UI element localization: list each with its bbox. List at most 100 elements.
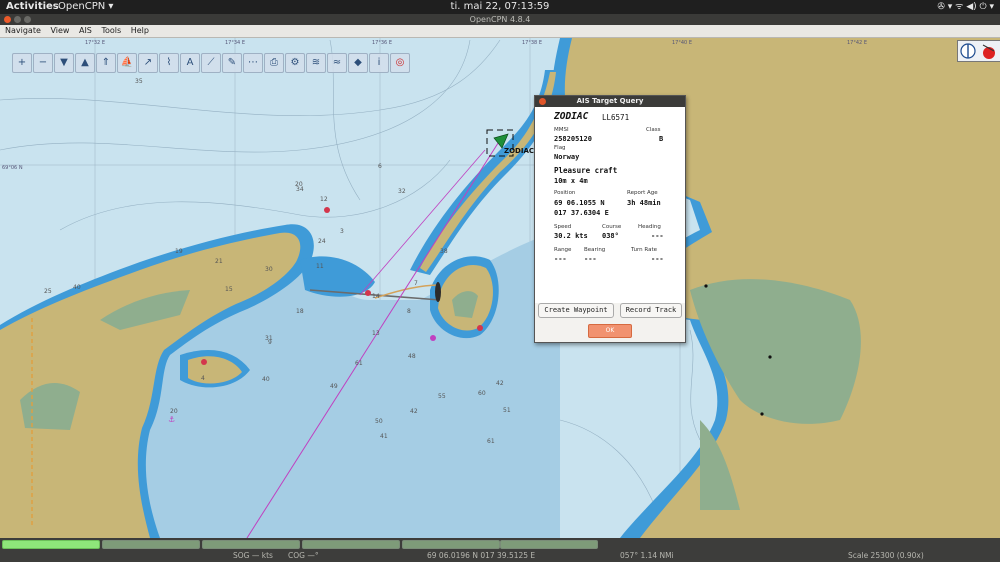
settings-icon[interactable]: ⚙ — [285, 53, 305, 73]
lat-label: 69°06 N — [2, 165, 23, 171]
depth-sounding: 61 — [355, 360, 363, 367]
text-icon[interactable]: A — [180, 53, 200, 73]
chart-up-icon[interactable]: ⇑ — [96, 53, 116, 73]
zoom-out-icon[interactable]: − — [33, 53, 53, 73]
mmsi-label: MMSI — [554, 127, 569, 133]
chart-bar-segment[interactable] — [500, 540, 598, 549]
chart-canvas[interactable]: ⚓ 69°06 N 17°32 E 17°34 E 17°36 E 17°38 … — [0, 38, 1000, 538]
chart-bar-segment[interactable] — [202, 540, 300, 549]
zoom-in-icon[interactable]: + — [12, 53, 32, 73]
chart-bar-segment[interactable] — [402, 540, 500, 549]
heading-value: --- — [651, 232, 664, 240]
menu-tools[interactable]: Tools — [101, 25, 121, 37]
depth-sounding: 6 — [378, 163, 382, 170]
turn-rate-value: --- — [651, 255, 664, 263]
mmsi-value: 258205120 — [554, 135, 592, 143]
course-label: Course — [602, 224, 622, 230]
system-top-bar: Activities OpenCPN ▾ ti. mai 22, 07:13:5… — [0, 0, 1000, 14]
depth-sounding: 24 — [318, 238, 326, 245]
depth-sounding: 19 — [175, 248, 183, 255]
scale-out-icon[interactable]: ▲ — [75, 53, 95, 73]
position-lat: 69 06.1055 N — [554, 199, 605, 207]
flag-label: Flag — [554, 145, 566, 151]
depth-sounding: 49 — [330, 383, 338, 390]
position-lon: 017 37.6304 E — [554, 209, 609, 217]
depth-sounding: 7 — [414, 280, 418, 287]
depth-sounding: 60 — [478, 390, 486, 397]
menu-help[interactable]: Help — [131, 25, 149, 37]
depth-sounding: 12 — [320, 196, 328, 203]
menu-ais[interactable]: AIS — [79, 25, 92, 37]
lon-label-2: 17°34 E — [225, 40, 245, 46]
class-value: B — [659, 135, 664, 143]
depth-sounding: 32 — [398, 188, 406, 195]
note-icon[interactable]: ✎ — [222, 53, 242, 73]
chart-bar-segment[interactable] — [102, 540, 200, 549]
depth-sounding: 8 — [407, 308, 411, 315]
window-title: OpenCPN 4.8.4 — [469, 15, 531, 24]
nautical-chart[interactable]: ⚓ — [0, 38, 1000, 538]
print-icon[interactable]: ⎙ — [264, 53, 284, 73]
bearing-value: --- — [584, 255, 597, 263]
depth-sounding: 25 — [44, 288, 52, 295]
follow-icon[interactable]: ↗ — [138, 53, 158, 73]
svg-text:⚓: ⚓ — [168, 415, 175, 424]
ais-target-label[interactable]: ZODIAC — [504, 147, 534, 155]
vessel-size: 10m x 4m — [554, 177, 588, 185]
menu-view[interactable]: View — [50, 25, 69, 37]
depth-sounding: 38 — [440, 248, 448, 255]
measure-icon[interactable]: ⟋ — [201, 53, 221, 73]
chart-bar-segment[interactable] — [302, 540, 400, 549]
position-label: Position — [554, 190, 576, 196]
tide-icon[interactable]: ≈ — [327, 53, 347, 73]
minimize-window-icon[interactable] — [14, 16, 21, 23]
flag-value: Norway — [554, 153, 580, 161]
close-icon[interactable] — [539, 98, 546, 105]
report-age-value: 3h 48min — [627, 199, 661, 207]
maximize-window-icon[interactable] — [24, 16, 31, 23]
close-window-icon[interactable] — [4, 16, 11, 23]
route-icon[interactable]: ⌇ — [159, 53, 179, 73]
record-track-button[interactable]: Record Track — [620, 303, 682, 318]
create-waypoint-button[interactable]: Create Waypoint — [538, 303, 614, 318]
menu-navigate[interactable]: Navigate — [5, 25, 41, 37]
depth-sounding: 61 — [487, 438, 495, 445]
ok-button[interactable]: OK — [588, 324, 632, 338]
depth-sounding: 4 — [201, 375, 205, 382]
compass-icon — [960, 43, 995, 59]
course-value: 038° — [602, 232, 619, 240]
depth-sounding: 55 — [438, 393, 446, 400]
depth-sounding: 40 — [73, 284, 81, 291]
vessel-name: ZODIAC — [554, 111, 589, 122]
system-clock[interactable]: ti. mai 22, 07:13:59 — [0, 0, 1000, 14]
layers-icon[interactable]: ≋ — [306, 53, 326, 73]
depth-sounding: 41 — [380, 433, 388, 440]
scale-in-icon[interactable]: ▼ — [54, 53, 74, 73]
cog-readout: COG —° — [288, 551, 319, 560]
depth-sounding: 34 — [296, 186, 304, 193]
vessel-type: Pleasure craft — [554, 166, 618, 175]
range-value: --- — [554, 255, 567, 263]
bearing-distance-readout: 057° 1.14 NMi — [620, 551, 674, 560]
vessel-callsign: LL6571 — [602, 113, 630, 122]
depth-sounding: 9 — [268, 339, 272, 346]
system-tray[interactable]: ✇ ▾ ᯤ ◀) ⏻ ▾ — [937, 0, 994, 14]
track-icon[interactable]: ⋯ — [243, 53, 263, 73]
range-label: Range — [554, 247, 572, 253]
depth-sounding: 14 — [372, 293, 380, 300]
info-icon[interactable]: i — [369, 53, 389, 73]
depth-sounding: 20 — [170, 408, 178, 415]
window-title-bar: OpenCPN 4.8.4 — [0, 14, 1000, 25]
ais-target-dialog[interactable]: AIS Target Query ZODIAC LL6571 MMSI 2582… — [534, 95, 686, 343]
compass-widget[interactable] — [957, 40, 1000, 62]
heading-label: Heading — [638, 224, 661, 230]
speed-label: Speed — [554, 224, 572, 230]
ship-icon[interactable]: ⛵ — [117, 53, 137, 73]
lon-label-4: 17°38 E — [522, 40, 542, 46]
mob-icon[interactable]: ◎ — [390, 53, 410, 73]
depth-sounding: 40 — [262, 376, 270, 383]
ais-icon[interactable]: ◆ — [348, 53, 368, 73]
depth-sounding: 35 — [135, 78, 143, 85]
chart-bar-segment-active[interactable] — [2, 540, 100, 549]
sog-readout: SOG — kts — [233, 551, 273, 560]
